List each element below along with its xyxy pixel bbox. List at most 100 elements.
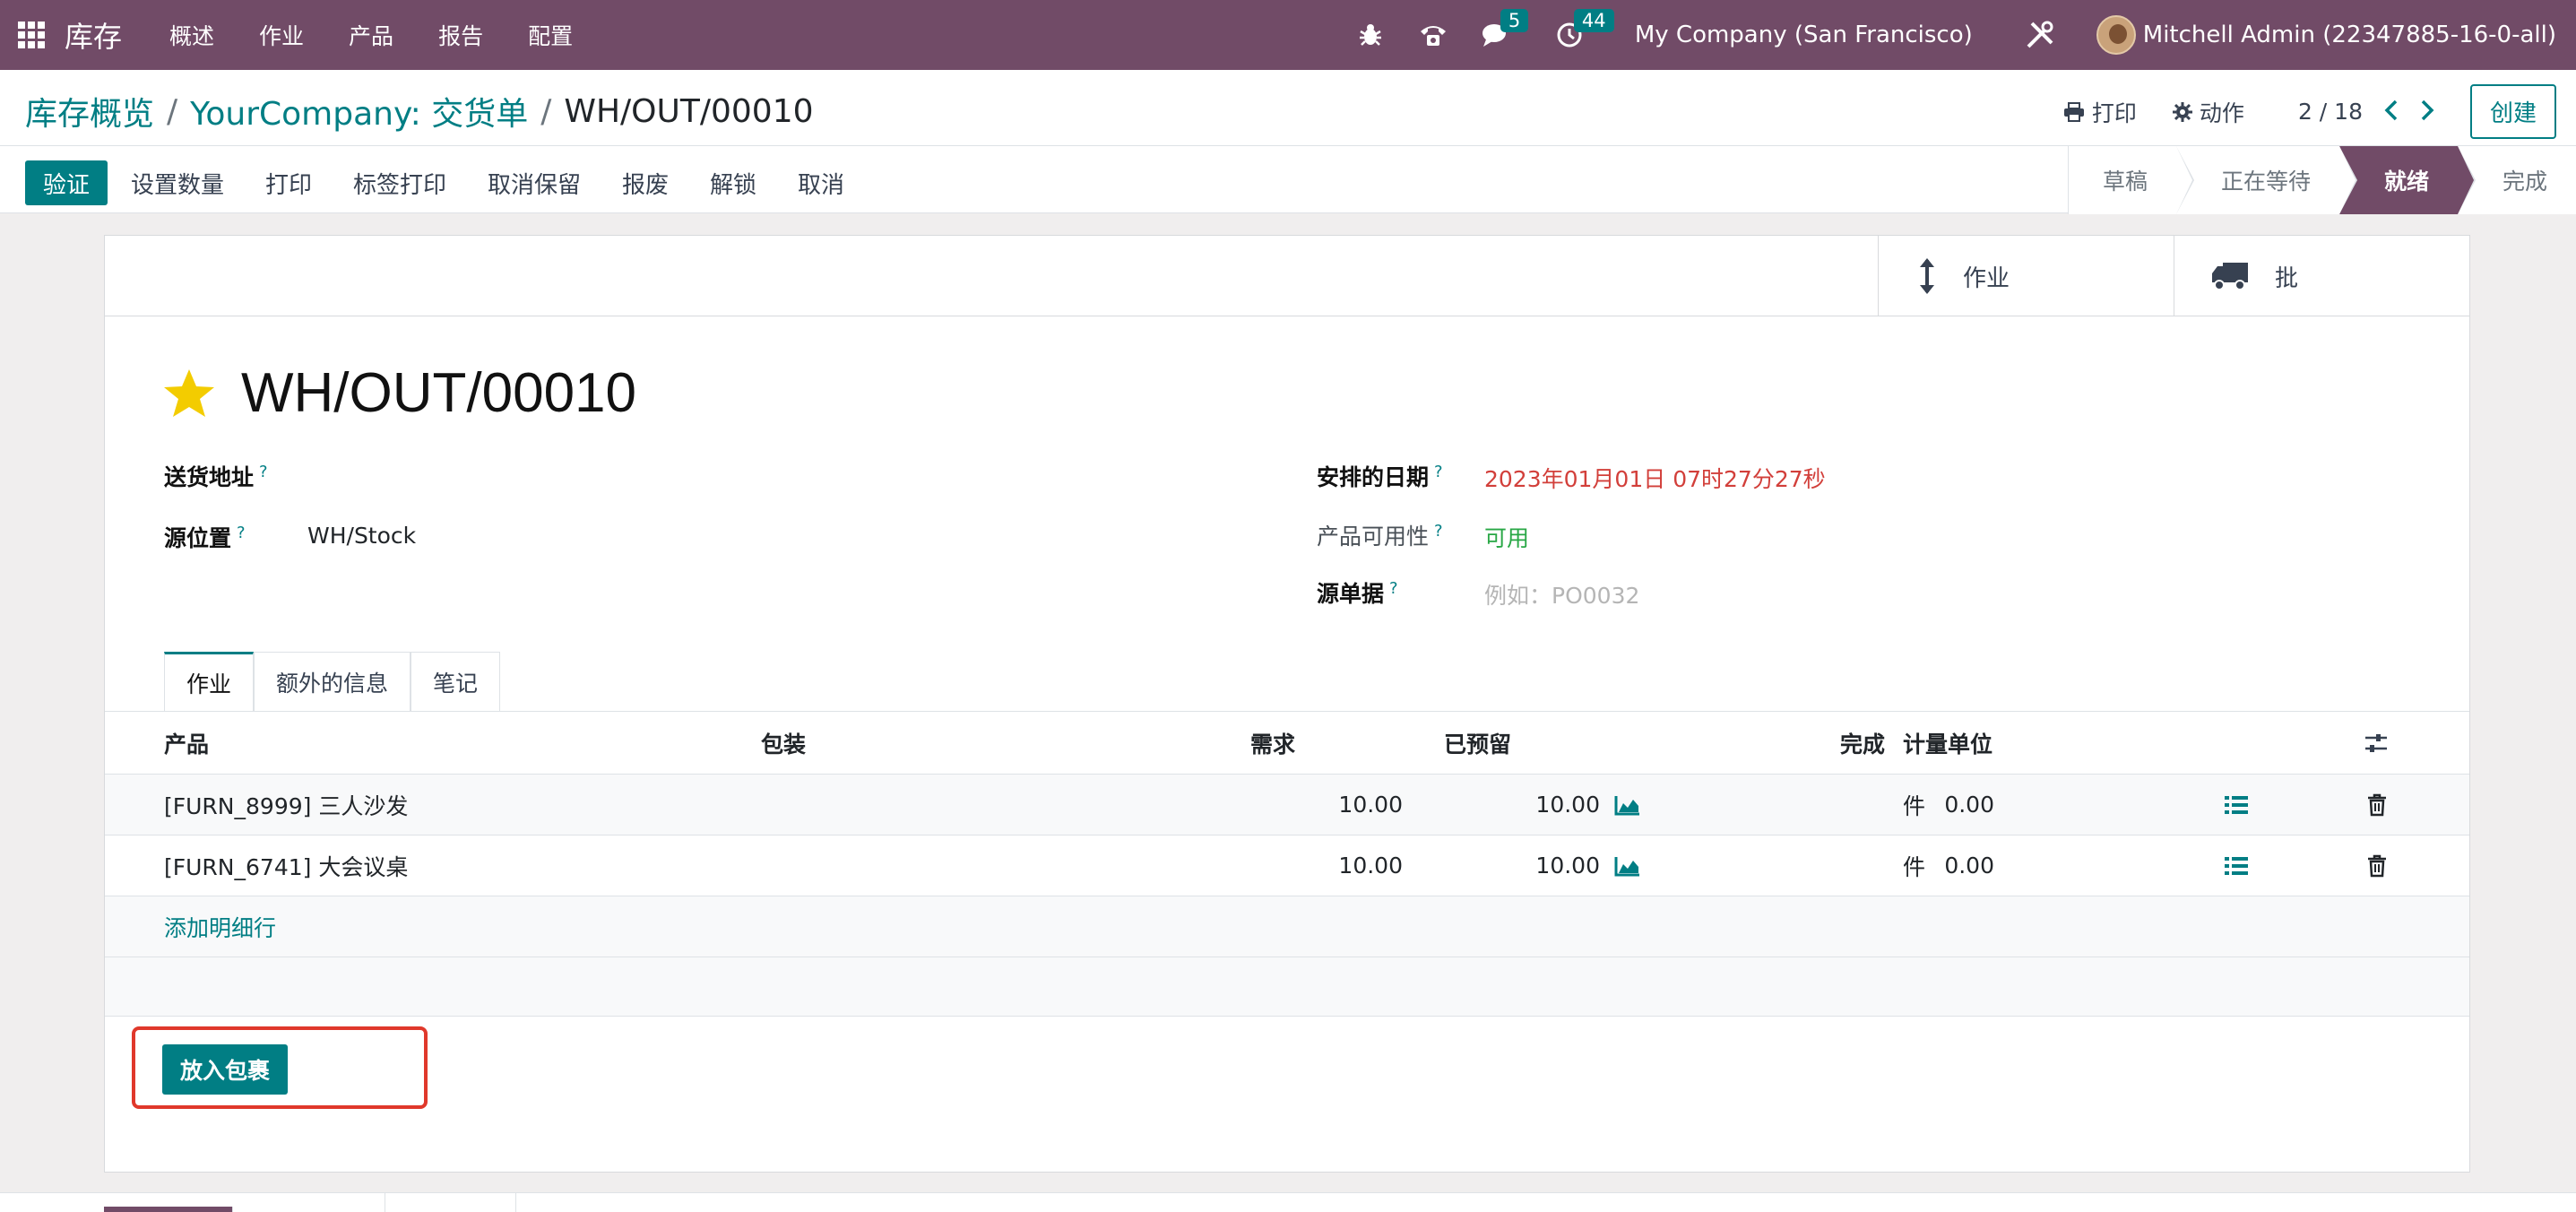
detailed-operations-list-icon[interactable] <box>2224 775 2249 835</box>
vertical-arrows-icon <box>1920 258 1934 294</box>
print-menu-label: 打印 <box>2091 100 2137 126</box>
column-reserved[interactable]: 已预留 <box>1444 712 1511 774</box>
chatter-tab[interactable] <box>385 1193 516 1212</box>
record-title-row: WH/OUT/00010 <box>162 361 636 425</box>
status-draft[interactable]: 草稿 <box>2067 146 2194 214</box>
source-location-label-text: 源位置 <box>164 525 232 551</box>
menu-operations[interactable]: 作业 <box>259 19 304 51</box>
form-sheet: 作业 批 WH/OUT/00010 送货地址? 源位置? WH/Stock 安排… <box>104 235 2470 1173</box>
breadcrumb-separator: / <box>167 92 178 130</box>
menu-reporting[interactable]: 报告 <box>438 19 483 51</box>
forecast-chart-icon[interactable] <box>1614 775 1641 835</box>
chatter-tab-active[interactable] <box>104 1207 233 1212</box>
pager-value[interactable]: 2 / 18 <box>2298 99 2363 125</box>
table-header-row: 产品 包装 需求 已预留 完成 计量单位 <box>105 712 2469 775</box>
user-avatar[interactable] <box>2096 15 2136 55</box>
pager-next-icon[interactable] <box>2420 100 2434 125</box>
activities-clock-icon[interactable]: 44 <box>1554 9 1614 50</box>
tab-operations[interactable]: 作业 <box>164 652 255 711</box>
cancel-button[interactable]: 取消 <box>798 160 844 205</box>
forecast-chart-icon[interactable] <box>1614 835 1641 896</box>
table-row[interactable]: [FURN_8999] 三人沙发 10.00 10.00 0.00 件 <box>105 775 2469 835</box>
delivery-address-label: 送货地址? <box>164 460 268 492</box>
record-title: WH/OUT/00010 <box>241 362 637 424</box>
label-print-button[interactable]: 标签打印 <box>353 160 446 205</box>
truck-icon <box>2212 263 2248 290</box>
scheduled-date-field[interactable]: 2023年01月01日 07时27分27秒 <box>1484 462 1826 494</box>
unlock-button[interactable]: 解锁 <box>710 160 756 205</box>
availability-label: 产品可用性? <box>1317 519 1443 551</box>
source-location-field[interactable]: WH/Stock <box>307 523 416 549</box>
company-switcher[interactable]: My Company (San Francisco) <box>1635 22 1973 48</box>
source-document-input[interactable]: 例如：PO0032 <box>1484 578 1639 610</box>
put-in-pack-button[interactable]: 放入包裹 <box>162 1044 289 1095</box>
top-navbar: 库存 概述 作业 产品 报告 配置 5 44 My Company (San F… <box>0 0 2576 70</box>
chatter-tab[interactable] <box>233 1193 385 1212</box>
column-done[interactable]: 完成 <box>1840 712 1885 774</box>
phone-icon[interactable] <box>1418 20 1448 50</box>
batch-smart-label: 批 <box>2275 264 2299 292</box>
messages-chat-icon[interactable]: 5 <box>1481 9 1529 50</box>
help-tooltip-icon[interactable]: ? <box>237 524 246 542</box>
pager-previous-icon[interactable] <box>2384 100 2399 125</box>
action-bar: 验证 设置数量 打印 标签打印 取消保留 报废 解锁 取消 草稿 正在等待 就绪… <box>0 145 2576 214</box>
messages-count-badge: 5 <box>1500 9 1529 32</box>
optional-columns-icon[interactable] <box>2364 712 2389 774</box>
column-product[interactable]: 产品 <box>164 712 209 774</box>
column-uom[interactable]: 计量单位 <box>1903 712 1993 774</box>
breadcrumb-inventory-overview[interactable]: 库存概览 <box>25 88 154 134</box>
scrap-button[interactable]: 报废 <box>622 160 669 205</box>
breadcrumb-separator: / <box>540 92 552 130</box>
user-menu[interactable]: Mitchell Admin (22347885-16-0-all) <box>2143 22 2556 48</box>
print-button[interactable]: 打印 <box>265 160 312 205</box>
debug-bug-icon[interactable] <box>1355 20 1386 50</box>
operations-smart-button[interactable]: 作业 <box>1878 236 2174 316</box>
menu-configuration[interactable]: 配置 <box>528 19 573 51</box>
app-name[interactable]: 库存 <box>65 14 122 56</box>
row-reserved: 10.00 <box>1535 853 1600 879</box>
tab-additional-info[interactable]: 额外的信息 <box>254 652 411 711</box>
gear-icon <box>2172 101 2192 122</box>
row-uom: 件 <box>1903 792 1926 819</box>
activities-count-badge: 44 <box>1573 9 1614 32</box>
control-panel: 库存概览 / YourCompany: 交货单 / WH/OUT/00010 打… <box>0 70 2576 214</box>
breadcrumb-current: WH/OUT/00010 <box>564 92 814 130</box>
delivery-address-label-text: 送货地址 <box>164 464 255 490</box>
table-row[interactable]: [FURN_6741] 大会议桌 10.00 10.00 0.00 件 <box>105 835 2469 896</box>
scheduled-date-label-text: 安排的日期 <box>1317 464 1430 490</box>
add-line-row: 添加明细行 <box>105 896 2469 957</box>
detailed-operations-list-icon[interactable] <box>2224 835 2249 896</box>
help-tooltip-icon[interactable]: ? <box>1389 579 1398 598</box>
tools-wrench-icon[interactable] <box>2025 20 2055 50</box>
scheduled-date-label: 安排的日期? <box>1317 460 1443 492</box>
print-menu-button[interactable]: 打印 <box>2063 96 2137 128</box>
add-line-link[interactable]: 添加明细行 <box>164 896 276 957</box>
row-demand: 10.00 <box>1338 792 1403 818</box>
delete-trash-icon[interactable] <box>2367 835 2387 896</box>
action-menu-button[interactable]: 动作 <box>2172 96 2244 128</box>
operations-smart-label: 作业 <box>1963 264 2010 292</box>
tab-notes[interactable]: 笔记 <box>411 652 501 711</box>
breadcrumb: 库存概览 / YourCompany: 交货单 / WH/OUT/00010 <box>25 88 814 134</box>
batch-smart-button[interactable]: 批 <box>2174 236 2469 316</box>
column-packaging[interactable]: 包装 <box>761 712 806 774</box>
apps-menu-icon[interactable] <box>18 22 45 48</box>
validate-button[interactable]: 验证 <box>25 160 108 205</box>
set-quantities-button[interactable]: 设置数量 <box>131 160 224 205</box>
create-button[interactable]: 创建 <box>2469 84 2556 139</box>
unreserve-button[interactable]: 取消保留 <box>488 160 581 205</box>
delete-trash-icon[interactable] <box>2367 775 2387 835</box>
status-waiting[interactable]: 正在等待 <box>2175 146 2357 214</box>
help-tooltip-icon[interactable]: ? <box>1434 463 1443 481</box>
menu-products[interactable]: 产品 <box>349 19 393 51</box>
chatter-tabs-strip <box>0 1192 2576 1212</box>
help-tooltip-icon[interactable]: ? <box>259 463 268 481</box>
breadcrumb-delivery-orders[interactable]: YourCompany: 交货单 <box>190 88 528 134</box>
column-demand[interactable]: 需求 <box>1250 712 1295 774</box>
empty-row <box>105 957 2469 1017</box>
printer-icon <box>2063 101 2084 122</box>
highlight-frame: 放入包裹 <box>132 1026 428 1109</box>
menu-overview[interactable]: 概述 <box>169 19 214 51</box>
help-tooltip-icon[interactable]: ? <box>1434 522 1443 541</box>
favorite-star-icon[interactable] <box>162 368 216 420</box>
